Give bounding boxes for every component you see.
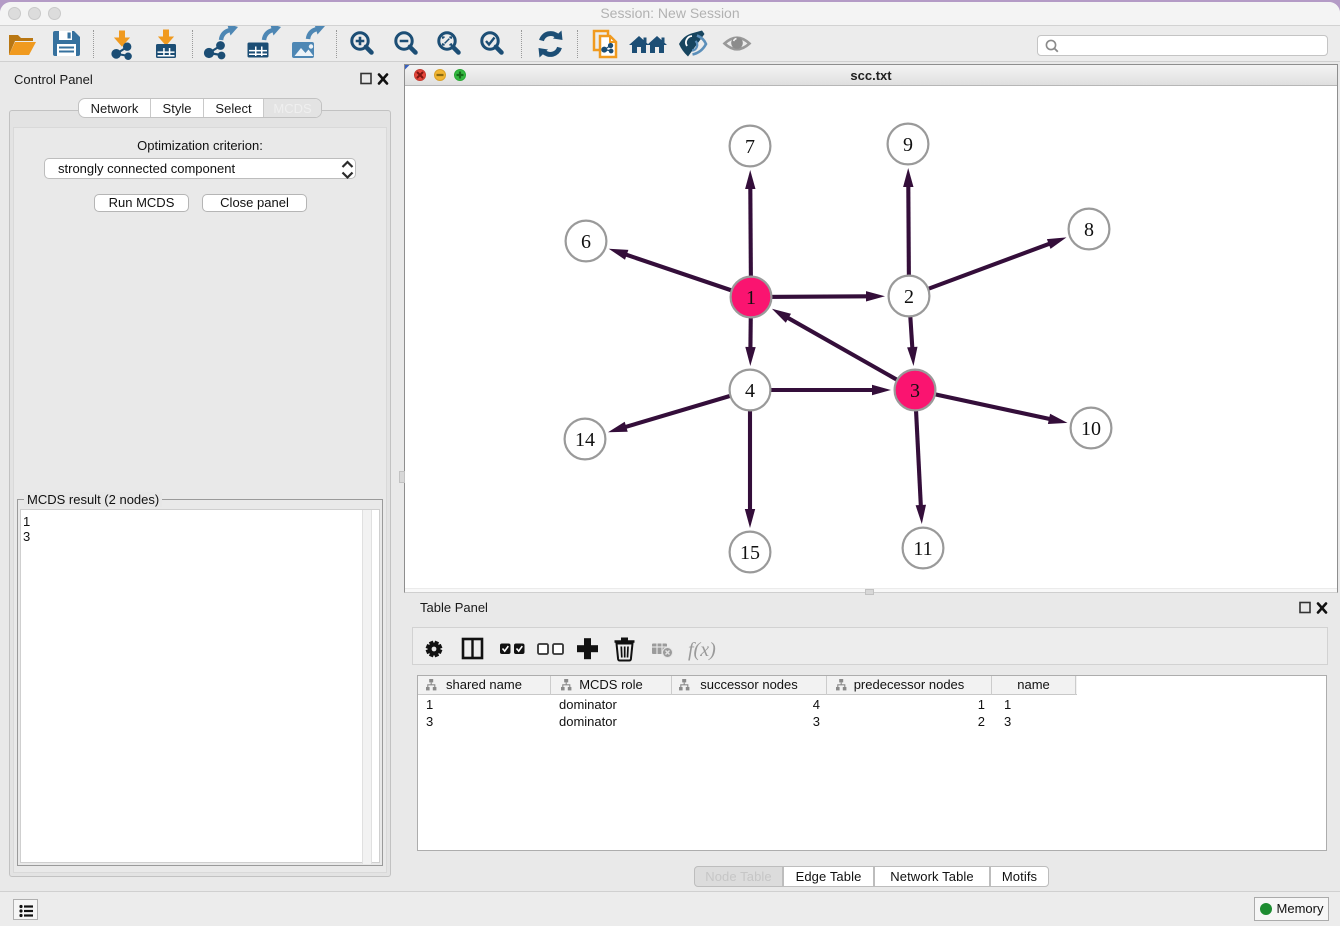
- svg-text:7: 7: [745, 136, 755, 158]
- svg-text:1: 1: [746, 287, 756, 309]
- svg-text:14: 14: [575, 429, 595, 451]
- svg-text:6: 6: [581, 231, 591, 253]
- svg-text:10: 10: [1081, 418, 1101, 440]
- svg-text:f(x): f(x): [688, 639, 716, 661]
- svg-text:9: 9: [903, 134, 913, 156]
- svg-text:11: 11: [913, 538, 932, 560]
- svg-text:2: 2: [904, 286, 914, 308]
- svg-text:15: 15: [740, 542, 760, 564]
- svg-text:8: 8: [1084, 219, 1094, 241]
- svg-text:3: 3: [910, 380, 920, 402]
- svg-text:4: 4: [745, 380, 755, 402]
